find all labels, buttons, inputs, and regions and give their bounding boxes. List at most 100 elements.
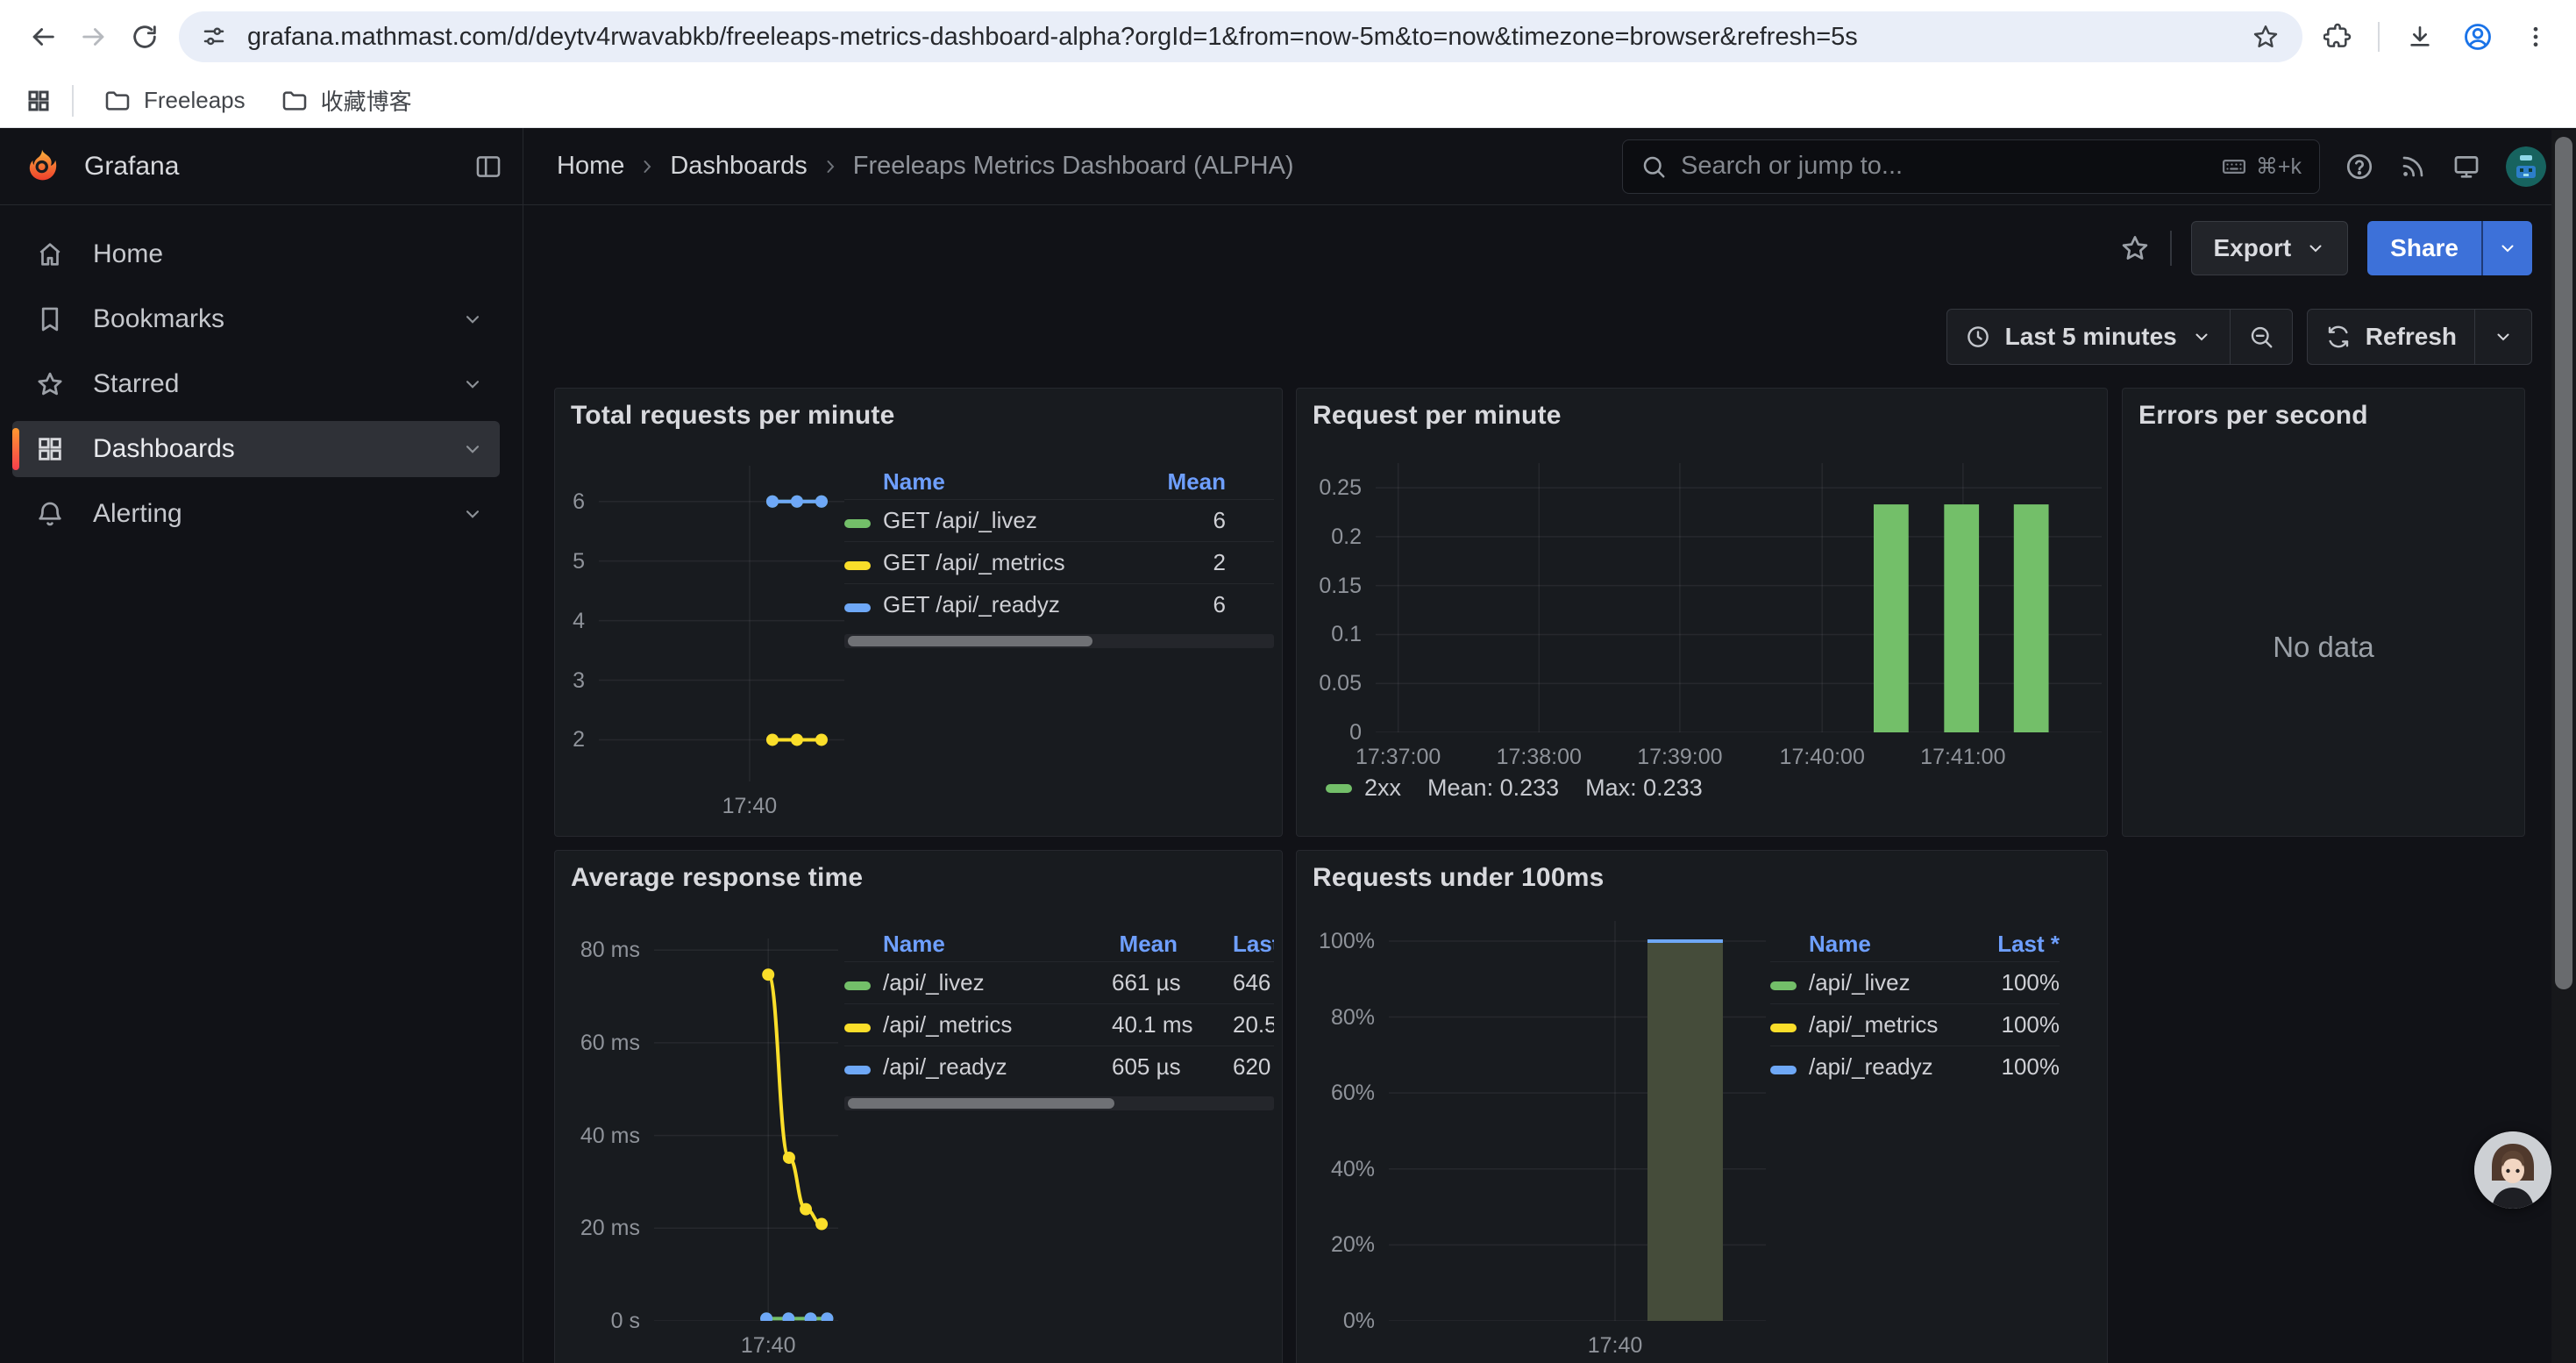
panel-title[interactable]: Average response time xyxy=(571,863,863,893)
star-dashboard-icon[interactable] xyxy=(2119,232,2151,264)
chart-plot[interactable] xyxy=(599,466,844,781)
refresh-button[interactable]: Refresh xyxy=(2308,310,2474,364)
divider xyxy=(72,85,74,117)
legend-series-name[interactable]: /api/_metrics xyxy=(883,1011,1112,1038)
sidebar-item-dashboards[interactable]: Dashboards xyxy=(12,421,500,477)
reload-button[interactable] xyxy=(119,11,170,62)
grafana-logo[interactable] xyxy=(25,148,60,185)
floating-assistant-avatar[interactable] xyxy=(2474,1131,2551,1209)
sidebar-item-home[interactable]: Home xyxy=(12,226,500,282)
url-text[interactable]: grafana.mathmast.com/d/deytv4rwavabkb/fr… xyxy=(247,23,2231,52)
site-settings-icon[interactable] xyxy=(196,19,231,54)
time-range-picker[interactable]: Last 5 minutes xyxy=(1947,310,2230,364)
panel-request-per-minute: Request per minute 0.250.20.150.10.05017… xyxy=(1296,388,2108,837)
panel-total-requests: Total requests per minute 6543217:40Name… xyxy=(554,388,1283,837)
bookmark-folder-blogs[interactable]: 收藏博客 xyxy=(265,81,428,121)
legend-stat: Max: 0.233 xyxy=(1585,774,1703,802)
legend-series-name[interactable]: 2xx xyxy=(1364,774,1401,802)
bookmark-folder-freeleaps[interactable]: Freeleaps xyxy=(88,81,261,121)
back-button[interactable] xyxy=(18,11,68,62)
search-input[interactable]: Search or jump to... ⌘+k xyxy=(1622,139,2320,194)
zoom-out-button[interactable] xyxy=(2230,310,2292,364)
refresh-interval-button[interactable] xyxy=(2474,310,2531,364)
apps-grid-icon[interactable] xyxy=(16,78,61,124)
legend-scrollbar-thumb[interactable] xyxy=(848,636,1092,646)
page-scrollbar-thumb[interactable] xyxy=(2555,137,2572,989)
chevron-down-icon[interactable] xyxy=(461,503,484,525)
series-color-pill xyxy=(1770,1024,1797,1032)
legend-series-name[interactable]: /api/_readyz xyxy=(883,1053,1112,1081)
legend-series-name[interactable]: /api/_livez xyxy=(883,969,1112,996)
legend-value: 6 xyxy=(1160,591,1274,618)
panel-title[interactable]: Total requests per minute xyxy=(571,401,895,431)
legend-value: 100% xyxy=(1963,969,2060,996)
news-rss-icon[interactable] xyxy=(2399,153,2427,181)
legend-header-value: Mean xyxy=(1160,468,1274,496)
monitor-icon[interactable] xyxy=(2451,152,2481,182)
extensions-icon[interactable] xyxy=(2315,14,2360,60)
legend-inner: NameMeanGET /api/_livez6GET /api/_metric… xyxy=(844,464,1274,625)
profile-icon[interactable] xyxy=(2455,14,2501,60)
legend-series-name[interactable]: /api/_metrics xyxy=(1809,1011,1963,1038)
x-axis-label: 17:39:00 xyxy=(1601,745,1759,770)
legend-series-name[interactable]: /api/_readyz xyxy=(1809,1053,1963,1081)
sidebar-toggle-icon[interactable] xyxy=(473,152,503,182)
legend-row: /api/_readyz605 µs620 µs xyxy=(844,1045,1274,1088)
panel-title[interactable]: Errors per second xyxy=(2138,401,2368,431)
legend-series-pill xyxy=(844,549,883,576)
breadcrumb-home[interactable]: Home xyxy=(557,152,624,181)
sidebar-item-starred[interactable]: Starred xyxy=(12,356,500,412)
share-button-group: Share xyxy=(2367,221,2532,275)
y-axis-label: 80 ms xyxy=(555,938,640,963)
export-button[interactable]: Export xyxy=(2191,221,2348,275)
chevron-down-icon xyxy=(2493,326,2514,347)
legend-series-name[interactable]: GET /api/_readyz xyxy=(883,591,1160,618)
downloads-icon[interactable] xyxy=(2397,14,2443,60)
y-axis-label: 20 ms xyxy=(555,1216,640,1241)
chevron-right-icon xyxy=(820,156,841,177)
panel-title[interactable]: Requests under 100ms xyxy=(1313,863,1604,893)
legend-series-pill xyxy=(844,591,883,618)
share-menu-button[interactable] xyxy=(2481,221,2532,275)
sidebar-item-label: Alerting xyxy=(93,499,182,529)
address-bar[interactable]: grafana.mathmast.com/d/deytv4rwavabkb/fr… xyxy=(179,11,2302,62)
search-placeholder: Search or jump to... xyxy=(1681,152,1903,181)
legend-series-name[interactable]: GET /api/_metrics xyxy=(883,549,1160,576)
legend-series-name[interactable]: GET /api/_livez xyxy=(883,507,1160,534)
legend-header-row: NameMeanLast * xyxy=(844,926,1274,961)
share-button[interactable]: Share xyxy=(2367,221,2481,275)
chevron-down-icon[interactable] xyxy=(461,308,484,331)
user-avatar[interactable] xyxy=(2506,146,2546,187)
zoom-out-icon xyxy=(2248,324,2274,350)
browser-toolbar: grafana.mathmast.com/d/deytv4rwavabkb/fr… xyxy=(0,0,2576,74)
chart-plot[interactable] xyxy=(654,938,838,1321)
browser-menu-icon[interactable] xyxy=(2513,14,2558,60)
bookmark-star-icon[interactable] xyxy=(2246,18,2285,56)
forward-button[interactable] xyxy=(68,11,119,62)
no-data-message: No data xyxy=(2123,631,2524,664)
bookmark-label: 收藏博客 xyxy=(321,84,412,117)
help-icon[interactable] xyxy=(2345,152,2374,182)
legend-scrollbar[interactable] xyxy=(844,634,1274,648)
home-icon xyxy=(35,239,65,269)
chevron-down-icon[interactable] xyxy=(461,438,484,460)
page-scrollbar-track[interactable] xyxy=(2551,130,2576,1363)
sidebar-item-bookmarks[interactable]: Bookmarks xyxy=(12,291,500,347)
search-icon xyxy=(1640,153,1667,180)
y-axis-label: 80% xyxy=(1297,1005,1375,1031)
y-axis-label: 2 xyxy=(555,727,585,753)
legend-scrollbar[interactable] xyxy=(844,1096,1274,1110)
legend-scrollbar-thumb[interactable] xyxy=(848,1098,1114,1109)
chart-plot[interactable] xyxy=(1389,921,1766,1321)
chart-plot[interactable] xyxy=(1376,463,2102,732)
nav-brand-section: Grafana xyxy=(0,128,523,204)
sidebar-item-alerting[interactable]: Alerting xyxy=(12,486,500,542)
legend-row: /api/_metrics40.1 ms20.5 ms xyxy=(844,1003,1274,1045)
legend-series-name[interactable]: /api/_livez xyxy=(1809,969,1963,996)
legend-series: 2xx xyxy=(1326,774,1401,802)
y-axis-label: 0 xyxy=(1297,720,1362,746)
breadcrumb-dashboards[interactable]: Dashboards xyxy=(670,152,807,181)
chevron-down-icon[interactable] xyxy=(461,373,484,396)
legend-row: GET /api/_readyz6 xyxy=(844,583,1274,625)
panel-title[interactable]: Request per minute xyxy=(1313,401,1562,431)
